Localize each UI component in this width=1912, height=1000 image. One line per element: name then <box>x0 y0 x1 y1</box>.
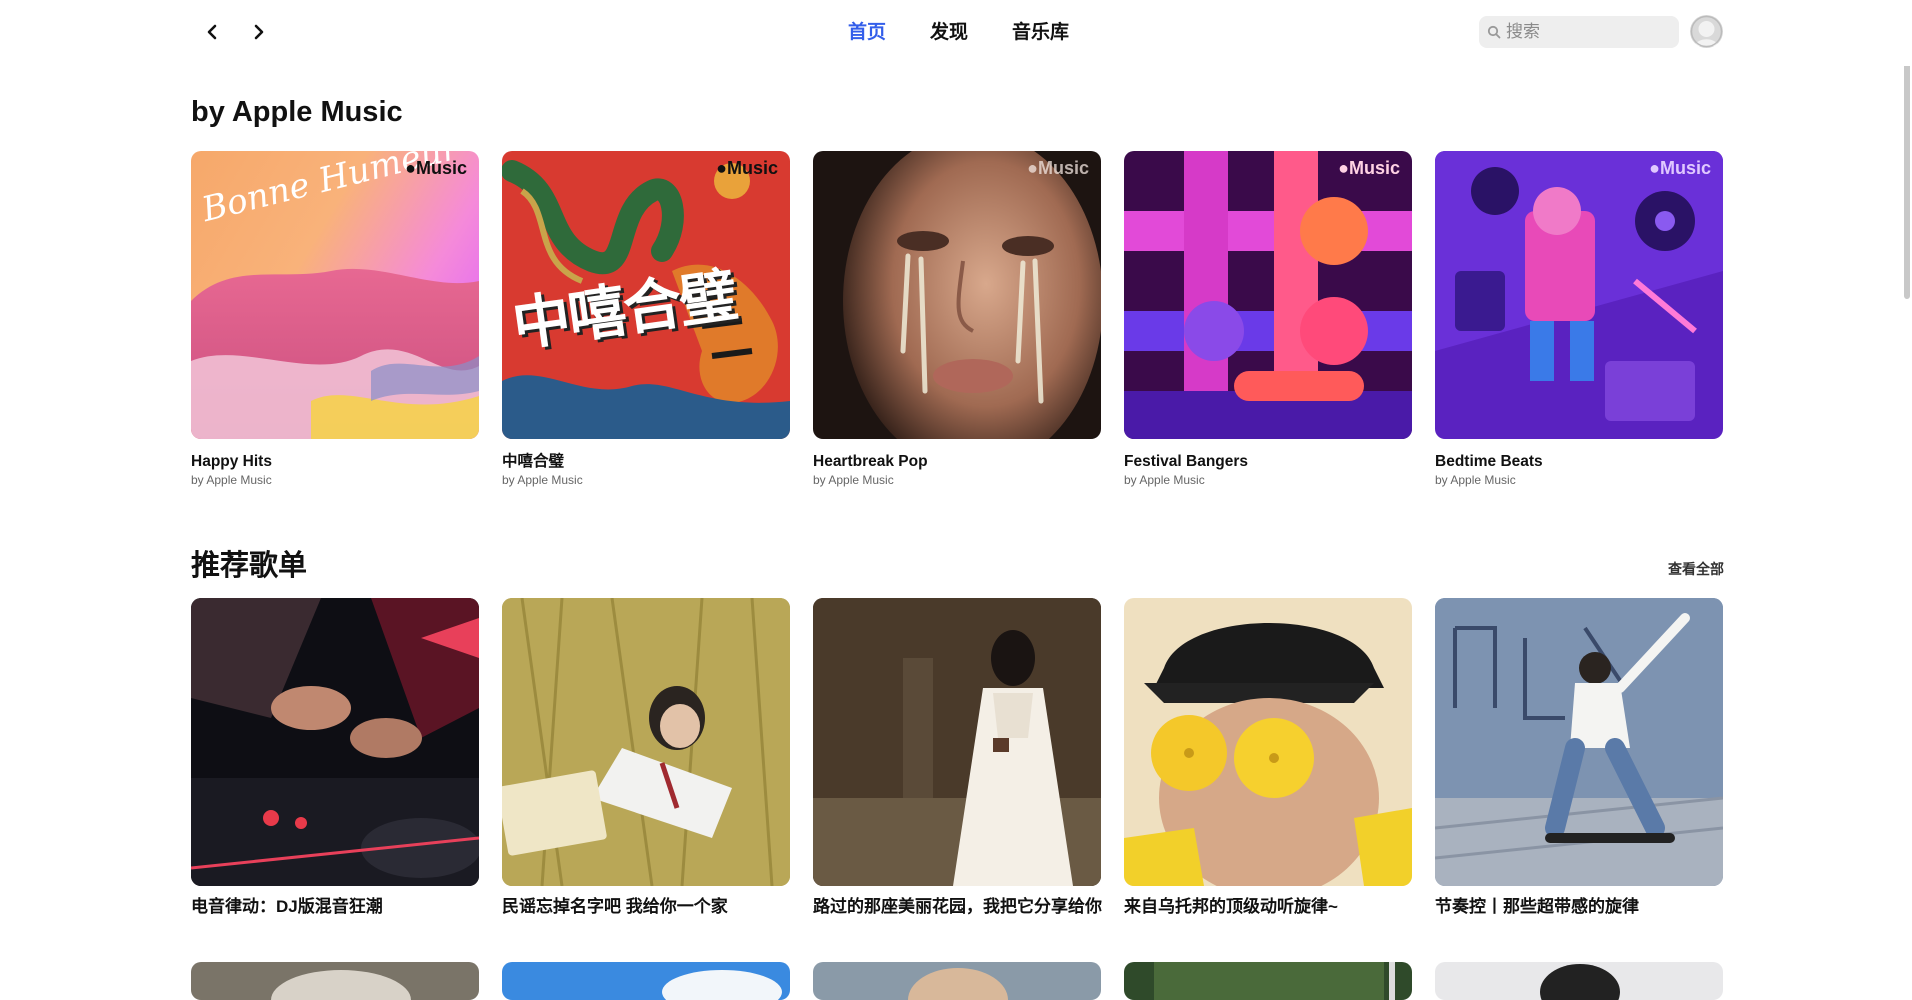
playlist-card[interactable]: ●Music Festival Bangers by Apple Music <box>1124 151 1412 488</box>
playlist-cover <box>502 962 790 1000</box>
apple-music-badge: ●Music <box>1649 158 1711 178</box>
back-button[interactable] <box>198 18 226 46</box>
playlist-cover <box>813 962 1101 1000</box>
playlist-cover: Bonne Humeur ●Music <box>191 151 479 439</box>
playlist-title[interactable]: Happy Hits <box>191 453 479 471</box>
search-box[interactable] <box>1479 16 1679 48</box>
playlist-card[interactable]: 来自乌托邦的顶级动听旋律~ <box>1124 598 1412 916</box>
section-title-apple-music: by Apple Music <box>191 96 403 128</box>
playlist-cover: ●Music <box>1124 151 1412 439</box>
search-input[interactable] <box>1506 22 1666 42</box>
playlist-card[interactable]: 民谣忘掉名字吧 我给你一个家 <box>502 598 790 916</box>
playlist-title[interactable]: 路过的那座美丽花园，我把它分享给你 <box>813 898 1102 916</box>
playlist-cover: ●Music <box>813 151 1101 439</box>
playlist-cover <box>191 962 479 1000</box>
playlist-card[interactable] <box>1124 962 1412 1000</box>
avatar[interactable] <box>1690 15 1723 48</box>
main-tabs: 首页 发现 音乐库 <box>848 20 1113 46</box>
tab-home[interactable]: 首页 <box>848 20 886 46</box>
playlist-title[interactable]: 节奏控丨那些超带感的旋律 <box>1435 898 1723 916</box>
scrollbar[interactable] <box>1902 0 1912 1000</box>
playlist-title[interactable]: 民谣忘掉名字吧 我给你一个家 <box>502 898 790 916</box>
playlist-cover <box>502 598 790 886</box>
playlist-card[interactable]: ●Music Bedtime Beats by Apple Music <box>1435 151 1723 488</box>
playlist-subtitle: by Apple Music <box>502 473 583 487</box>
playlist-subtitle: by Apple Music <box>191 473 272 487</box>
playlist-card[interactable]: 电音律动：DJ版混音狂潮 <box>191 598 479 916</box>
playlist-card[interactable] <box>813 962 1101 1000</box>
apple-logo-icon: ● <box>1338 158 1349 178</box>
playlist-cover <box>813 598 1101 886</box>
playlist-card[interactable] <box>1435 962 1723 1000</box>
playlist-subtitle: by Apple Music <box>1435 473 1516 487</box>
playlist-card[interactable]: 节奏控丨那些超带感的旋律 <box>1435 598 1723 916</box>
playlist-title[interactable]: 中嘻合璧 <box>502 453 790 471</box>
forward-button[interactable] <box>245 18 273 46</box>
search-icon <box>1487 25 1501 39</box>
tab-library[interactable]: 音乐库 <box>1012 20 1069 46</box>
playlist-title[interactable]: 电音律动：DJ版混音狂潮 <box>191 898 479 916</box>
apple-logo-icon: ● <box>716 158 727 178</box>
apple-logo-icon: ● <box>405 158 416 178</box>
playlist-card[interactable]: ●Music Heartbreak Pop by Apple Music <box>813 151 1101 488</box>
playlist-cover: ●Music <box>1435 151 1723 439</box>
playlist-card[interactable] <box>191 962 479 1000</box>
apple-logo-icon: ● <box>1649 158 1660 178</box>
chevron-left-icon <box>207 24 217 40</box>
playlist-cover: 中嘻合璧 ●Music <box>502 151 790 439</box>
playlist-cover <box>1124 598 1412 886</box>
apple-music-badge: ●Music <box>405 158 467 178</box>
playlist-subtitle: by Apple Music <box>813 473 894 487</box>
playlist-cover <box>1435 962 1723 1000</box>
see-all-link[interactable]: 查看全部 <box>1668 559 1724 579</box>
apple-music-badge: ●Music <box>716 158 778 178</box>
scrollbar-thumb[interactable] <box>1904 63 1910 299</box>
playlist-cover <box>1435 598 1723 886</box>
playlist-cover <box>191 598 479 886</box>
playlist-card[interactable] <box>502 962 790 1000</box>
playlist-card[interactable]: 路过的那座美丽花园，我把它分享给你 <box>813 598 1102 916</box>
section-title-recommended: 推荐歌单 <box>191 550 308 582</box>
top-bar: 首页 发现 音乐库 <box>0 0 1912 66</box>
playlist-title[interactable]: Festival Bangers <box>1124 453 1412 471</box>
apple-music-badge: ●Music <box>1027 158 1089 178</box>
playlist-subtitle: by Apple Music <box>1124 473 1205 487</box>
playlist-card[interactable]: 中嘻合璧 ●Music 中嘻合璧 by Apple Music <box>502 151 790 488</box>
user-icon <box>1690 15 1723 48</box>
playlist-title[interactable]: Heartbreak Pop <box>813 453 1101 471</box>
apple-music-badge: ●Music <box>1338 158 1400 178</box>
playlist-card[interactable]: Bonne Humeur ●Music Happy Hits by Apple … <box>191 151 479 488</box>
chevron-right-icon <box>254 24 264 40</box>
apple-logo-icon: ● <box>1027 158 1038 178</box>
playlist-cover <box>1124 962 1412 1000</box>
playlist-title[interactable]: Bedtime Beats <box>1435 453 1723 471</box>
playlist-title[interactable]: 来自乌托邦的顶级动听旋律~ <box>1124 898 1412 916</box>
tab-discover[interactable]: 发现 <box>930 20 968 46</box>
